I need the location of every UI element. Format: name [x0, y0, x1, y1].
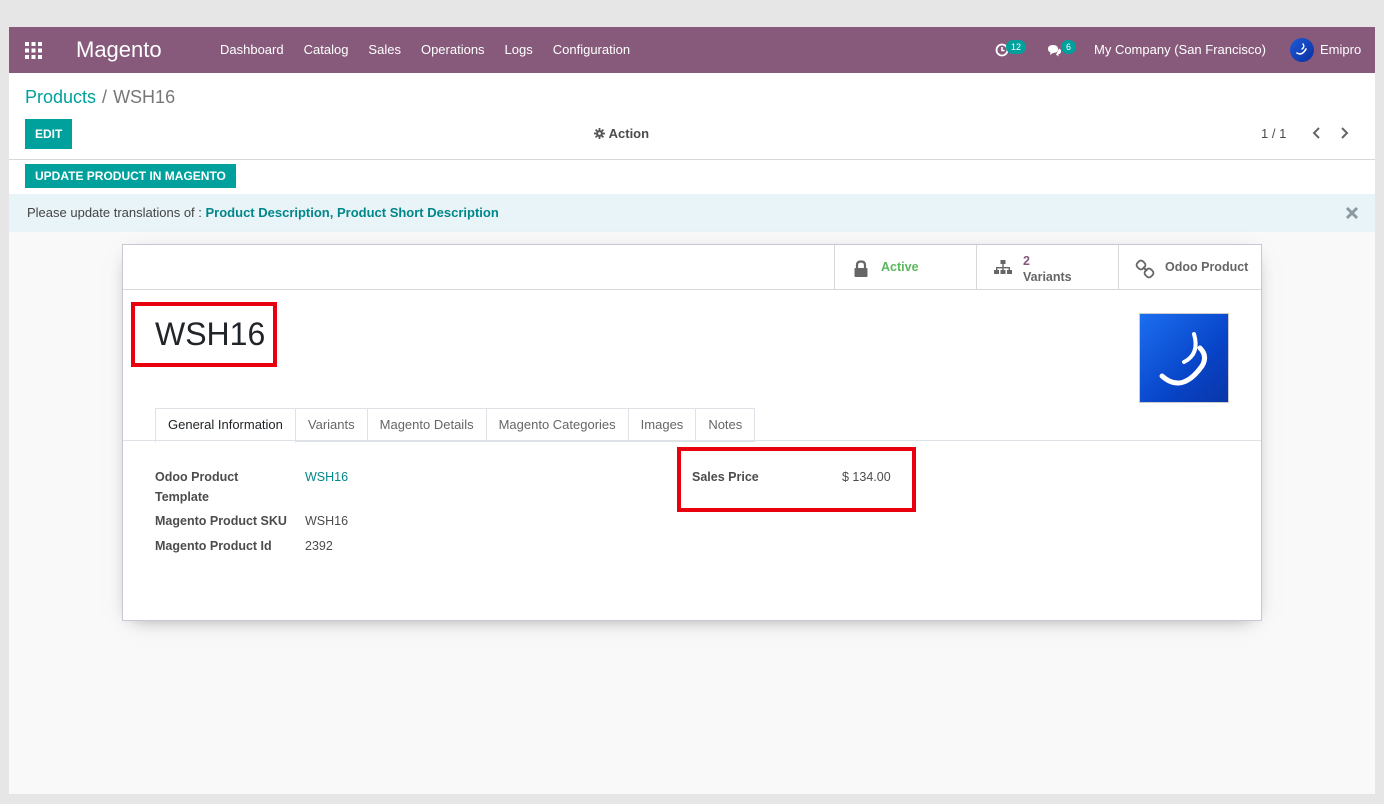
tab-divider: [123, 440, 1261, 441]
tab-variants[interactable]: Variants: [295, 408, 368, 442]
breadcrumb-separator: /: [102, 87, 108, 107]
button-box: Active 2 Variants Odoo Product: [123, 245, 1261, 290]
top-navbar: Magento Dashboard Catalog Sales Operatio…: [9, 27, 1375, 74]
tab-magento-categories[interactable]: Magento Categories: [486, 408, 629, 442]
user-avatar[interactable]: [1290, 38, 1314, 62]
pager-previous-button[interactable]: [1310, 124, 1324, 142]
messages-count-badge: 6: [1061, 40, 1077, 54]
translation-alert: Please update translations of : Product …: [9, 194, 1375, 232]
variants-button[interactable]: 2 Variants: [976, 245, 1119, 289]
active-label: Active: [881, 260, 919, 274]
odoo-product-button[interactable]: Odoo Product: [1118, 245, 1262, 289]
breadcrumb: Products / WSH16: [25, 87, 175, 108]
chevron-left-icon: [1312, 127, 1320, 139]
product-image[interactable]: [1139, 313, 1229, 403]
activity-count-badge: 12: [1006, 40, 1027, 54]
active-toggle-button[interactable]: Active: [834, 245, 977, 289]
menu-configuration[interactable]: Configuration: [543, 27, 640, 73]
link-icon: [1135, 259, 1155, 279]
comments-icon: [1048, 45, 1062, 57]
emipro-logo-icon: [1159, 332, 1208, 386]
magento-product-sku-label: Magento Product SKU: [155, 514, 287, 528]
menu-operations[interactable]: Operations: [411, 27, 495, 73]
breadcrumb-current: WSH16: [113, 87, 176, 107]
odoo-product-template-label: Odoo Product Template: [155, 470, 239, 504]
variants-label: Variants: [1023, 270, 1072, 284]
update-product-in-magento-button[interactable]: UPDATE PRODUCT IN MAGENTO: [25, 164, 236, 188]
tab-images[interactable]: Images: [628, 408, 697, 442]
app-window: Magento Dashboard Catalog Sales Operatio…: [9, 27, 1375, 794]
form-header: UPDATE PRODUCT IN MAGENTO: [9, 160, 1375, 195]
tab-notes[interactable]: Notes: [696, 408, 756, 442]
menu-sales[interactable]: Sales: [358, 27, 411, 73]
user-menu[interactable]: Emipro: [1320, 27, 1361, 73]
menu-dashboard[interactable]: Dashboard: [210, 27, 294, 73]
form-tabs: General Information Variants Magento Det…: [155, 408, 756, 443]
variants-count: 2: [1023, 254, 1030, 268]
sitemap-icon: [994, 260, 1012, 274]
edit-button[interactable]: EDIT: [25, 119, 73, 149]
magento-product-id-label: Magento Product Id: [155, 539, 272, 553]
odoo-product-template-value[interactable]: WSH16: [305, 467, 348, 487]
alert-fields[interactable]: Product Description, Product Short Descr…: [206, 205, 499, 220]
action-label: Action: [608, 126, 650, 141]
action-dropdown[interactable]: Action: [594, 126, 649, 141]
emipro-logo-icon: [1296, 43, 1307, 55]
odoo-product-label: Odoo Product: [1165, 260, 1249, 274]
sales-price-value: $ 134.00: [842, 470, 891, 484]
close-icon[interactable]: [1345, 206, 1359, 220]
breadcrumb-products[interactable]: Products: [25, 87, 96, 107]
messaging-menu[interactable]: 6: [1047, 27, 1081, 73]
alert-prefix: Please update translations of :: [27, 205, 206, 220]
menu-catalog[interactable]: Catalog: [294, 27, 359, 73]
product-title: WSH16: [155, 316, 266, 352]
app-brand[interactable]: Magento: [76, 37, 162, 63]
pager-value[interactable]: 1 / 1: [1261, 126, 1286, 141]
chevron-right-icon: [1341, 127, 1349, 139]
apps-menu-icon[interactable]: [25, 42, 42, 59]
control-panel: Products / WSH16 EDIT Action 1 / 1: [9, 73, 1375, 160]
form-sheet: Active 2 Variants Odoo Product WSH16 Gen…: [122, 244, 1262, 621]
magento-product-id-value: 2392: [305, 539, 333, 553]
activity-menu[interactable]: 12: [994, 27, 1030, 73]
main-menu: Dashboard Catalog Sales Operations Logs …: [210, 27, 640, 73]
company-switcher[interactable]: My Company (San Francisco): [1094, 27, 1266, 73]
sales-price-label: Sales Price: [692, 470, 759, 484]
pager-next-button[interactable]: [1337, 124, 1351, 142]
tab-magento-details[interactable]: Magento Details: [367, 408, 487, 442]
tab-general-information[interactable]: General Information: [155, 408, 296, 443]
magento-product-sku-value: WSH16: [305, 514, 349, 528]
menu-logs[interactable]: Logs: [495, 27, 543, 73]
lock-icon: [854, 260, 868, 277]
gear-icon: [594, 128, 605, 139]
